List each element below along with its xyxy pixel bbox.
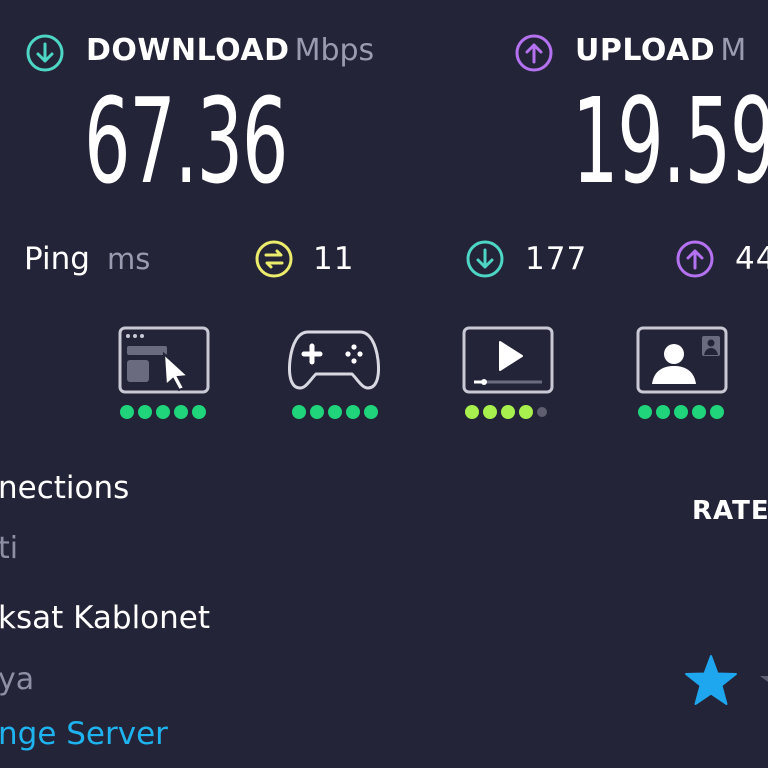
star-icon[interactable] <box>754 668 768 690</box>
ping-label: Ping <box>24 241 90 277</box>
rating-dot <box>674 405 688 419</box>
rating-dot <box>346 405 360 419</box>
connection-type: ti <box>0 531 19 566</box>
rating-dot <box>501 405 515 419</box>
download-label: DOWNLOAD <box>86 33 290 68</box>
browsing-rating <box>120 405 206 419</box>
upload-label: UPLOAD <box>575 33 716 68</box>
upload-latency-icon <box>676 240 714 278</box>
rating-dot <box>310 405 324 419</box>
rating-dot <box>292 405 306 419</box>
download-arrow-icon <box>26 34 64 72</box>
streaming-rating <box>465 405 547 419</box>
ping-row-label: Ping ms <box>24 241 150 277</box>
rating-dot-empty <box>537 407 547 417</box>
rating-dot <box>638 405 652 419</box>
download-latency-value: 177 <box>525 241 588 277</box>
download-unit: Mbps <box>294 33 375 68</box>
rating-dot <box>156 405 170 419</box>
video-call-icon <box>636 326 728 394</box>
rating-dot <box>328 405 342 419</box>
star-icon[interactable] <box>683 654 739 708</box>
web-browsing-icon <box>118 326 210 394</box>
video-player-icon <box>462 326 554 394</box>
rating-dot <box>138 405 152 419</box>
speedtest-results: DOWNLOAD Mbps 67.36 UPLOAD M 19.59 Ping … <box>0 0 768 768</box>
change-server-link[interactable]: nge Server <box>0 716 168 752</box>
idle-latency-value: 11 <box>313 241 355 277</box>
upload-arrow-icon <box>515 34 553 72</box>
download-speed-value: 67.36 <box>84 72 288 210</box>
rating-dot <box>519 405 533 419</box>
rating-dot <box>710 405 724 419</box>
rating-dot <box>656 405 670 419</box>
video-chat-rating <box>638 405 724 419</box>
rate-label: RATE <box>692 496 768 526</box>
rating-dot <box>483 405 497 419</box>
rating-dot <box>364 405 378 419</box>
download-header: DOWNLOAD Mbps <box>86 33 374 68</box>
isp-name: ksat Kablonet <box>0 600 211 636</box>
upload-speed-value: 19.59 <box>572 72 768 210</box>
rating-dot <box>174 405 188 419</box>
download-latency-icon <box>466 240 504 278</box>
upload-header: UPLOAD M <box>575 33 746 68</box>
gaming-rating <box>292 405 378 419</box>
rating-dot <box>192 405 206 419</box>
connections-heading: nections <box>0 470 130 506</box>
server-location: ya <box>0 662 35 697</box>
idle-latency-icon <box>255 240 293 278</box>
upload-latency-value: 44 <box>735 241 768 277</box>
rating-dot <box>692 405 706 419</box>
rating-dot <box>465 405 479 419</box>
rating-dot <box>120 405 134 419</box>
gamepad-icon <box>288 330 380 390</box>
upload-unit: M <box>720 33 747 68</box>
ping-unit: ms <box>107 242 151 276</box>
